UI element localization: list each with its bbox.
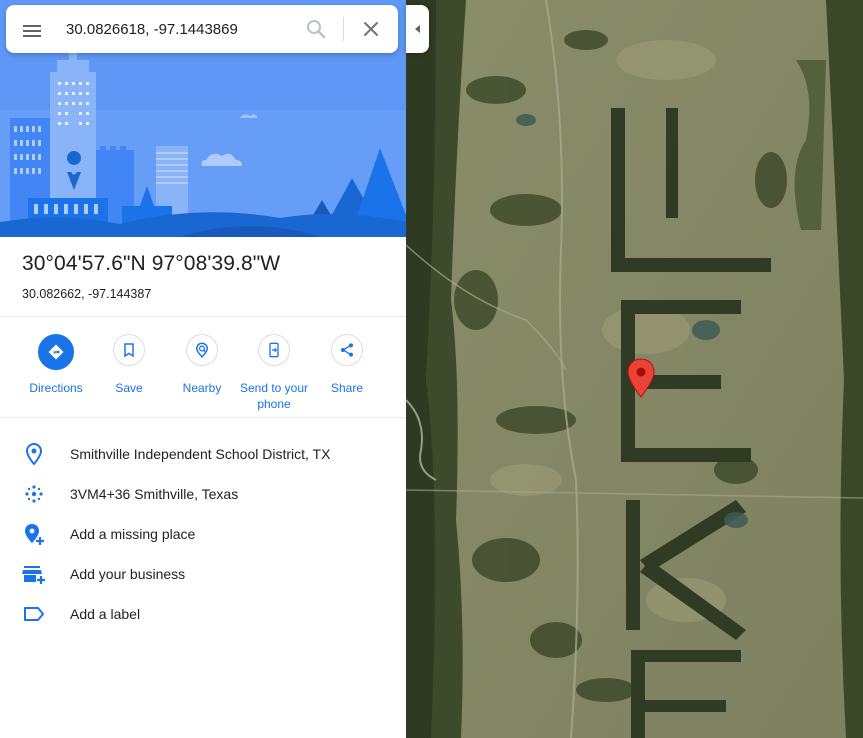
action-bar: Directions Save Nearby Send to your phon… (0, 318, 406, 418)
place-header: 30°04'57.6"N 97°08'39.8"W 30.082662, -97… (22, 252, 280, 301)
share-label: Share (330, 381, 364, 395)
send-to-phone-button[interactable]: Send to your phone (237, 334, 311, 412)
side-panel: 30°04'57.6"N 97°08'39.8"W 30.082662, -97… (0, 0, 406, 738)
add-business-icon (22, 562, 46, 586)
directions-label: Directions (29, 381, 83, 395)
add-place-icon (22, 522, 46, 546)
place-pin-icon (22, 442, 46, 466)
search-input[interactable] (66, 17, 286, 41)
save-label: Save (115, 381, 143, 395)
list-item-label: Add a missing place (70, 526, 196, 542)
search-divider (343, 17, 344, 41)
nearby-button[interactable]: Nearby (165, 334, 239, 396)
list-item-add-missing-place[interactable]: Add a missing place (0, 514, 406, 554)
page-title: 30°04'57.6"N 97°08'39.8"W (22, 252, 281, 275)
divider (0, 417, 406, 418)
nearby-label: Nearby (182, 381, 222, 395)
search-box (6, 5, 398, 53)
plus-code-icon (22, 482, 46, 506)
directions-button[interactable]: Directions (19, 334, 93, 396)
menu-icon[interactable] (20, 19, 44, 43)
bookmark-icon (113, 334, 145, 366)
close-icon[interactable] (359, 17, 383, 41)
save-button[interactable]: Save (92, 334, 166, 396)
collapse-panel-button[interactable] (406, 5, 429, 53)
send-to-phone-label: Send to your phone (239, 381, 309, 411)
nearby-icon (186, 334, 218, 366)
decimal-coordinates: 30.082662, -97.144387 (22, 287, 152, 301)
satellite-map[interactable] (406, 0, 863, 738)
share-icon (331, 334, 363, 366)
share-button[interactable]: Share (310, 334, 384, 396)
list-item-label: Add a label (70, 606, 141, 622)
list-item-plus-code[interactable]: 3VM4+36 Smithville, Texas (0, 474, 406, 514)
label-icon (22, 602, 46, 626)
list-item-label: 3VM4+36 Smithville, Texas (70, 486, 239, 502)
list-item-school-district[interactable]: Smithville Independent School District, … (0, 434, 406, 474)
send-to-phone-icon (258, 334, 290, 366)
info-list: Smithville Independent School District, … (0, 434, 406, 634)
list-item-add-business[interactable]: Add your business (0, 554, 406, 594)
list-item-label: Add your business (70, 566, 186, 582)
caret-left-icon (414, 25, 420, 33)
location-pin-marker[interactable] (626, 358, 656, 398)
directions-icon (38, 334, 74, 370)
list-item-add-label[interactable]: Add a label (0, 594, 406, 634)
divider (0, 316, 406, 317)
search-icon[interactable] (304, 17, 328, 41)
list-item-label: Smithville Independent School District, … (70, 446, 331, 462)
